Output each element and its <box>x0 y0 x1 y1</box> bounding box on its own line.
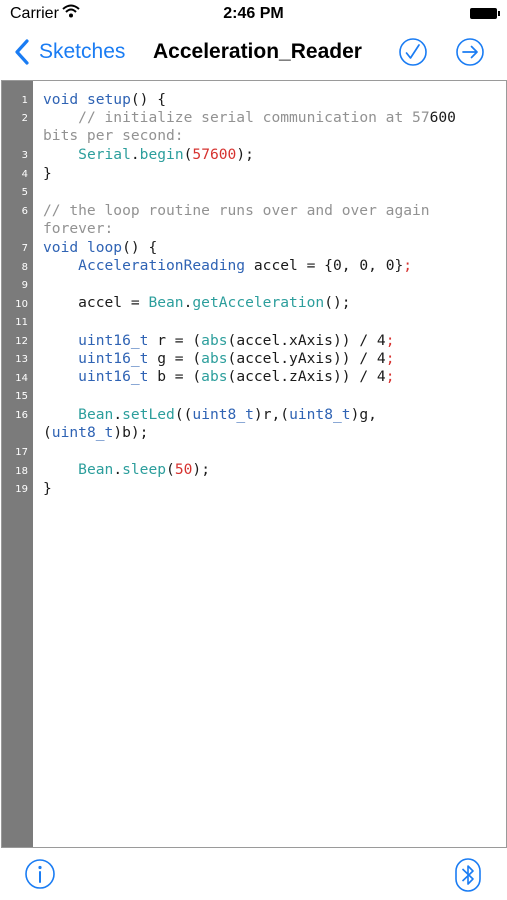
info-circle-icon[interactable] <box>24 858 56 890</box>
back-button-label: Sketches <box>39 40 126 63</box>
line-number: 3 <box>21 150 28 161</box>
line-number: 18 <box>15 466 28 477</box>
line-number: 7 <box>21 243 28 254</box>
line-number: 8 <box>21 262 28 273</box>
arrow-right-circle-icon[interactable] <box>455 37 485 67</box>
line-number: 15 <box>15 391 28 402</box>
line-number: 9 <box>21 280 28 291</box>
code-line: // initialize serial communication at 57… <box>78 109 456 126</box>
code-line: AccelerationReading accel = {0, 0, 0}; <box>78 257 413 274</box>
page-title: Acceleration_Reader <box>153 40 362 63</box>
line-number: 19 <box>15 484 28 495</box>
code-line: uint16_t r = (abs(accel.xAxis)) / 4; <box>78 332 395 349</box>
line-number: 5 <box>21 187 28 198</box>
code-line: (uint8_t)b); <box>43 424 149 441</box>
line-number: 17 <box>15 447 28 458</box>
navigation-bar: Sketches Acceleration_Reader <box>0 28 507 78</box>
line-number: 2 <box>21 113 28 124</box>
code-line: } <box>43 480 52 497</box>
code-line: Bean.setLed((uint8_t)r,(uint8_t)g, <box>78 406 377 423</box>
checkmark-circle-icon[interactable] <box>398 37 428 67</box>
status-time: 2:46 PM <box>223 5 284 22</box>
code-editor[interactable]: 1 2 3 4 5 6 7 8 9 10 11 12 13 14 15 16 1… <box>1 80 507 848</box>
line-number: 11 <box>15 317 28 328</box>
line-number: 10 <box>15 299 28 310</box>
code-line: Serial.begin(57600); <box>78 146 254 163</box>
code-line: // the loop routine runs over and over a… <box>43 202 430 219</box>
line-number: 16 <box>15 410 28 421</box>
code-line: uint16_t g = (abs(accel.yAxis)) / 4; <box>78 350 395 367</box>
code-line: bits per second: <box>43 127 184 144</box>
code-line: accel = Bean.getAcceleration(); <box>43 294 351 311</box>
bottom-toolbar <box>0 848 507 900</box>
status-bar: Carrier 2:46 PM <box>0 0 507 28</box>
bluetooth-icon[interactable] <box>453 858 483 892</box>
back-button[interactable]: Sketches <box>12 37 125 67</box>
line-number-gutter: 1 2 3 4 5 6 7 8 9 10 11 12 13 14 15 16 1… <box>2 81 33 847</box>
line-number: 14 <box>15 373 28 384</box>
line-number: 4 <box>21 169 28 180</box>
code-line: Bean.sleep(50); <box>78 461 210 478</box>
code-line: forever: <box>43 220 114 237</box>
line-number: 13 <box>15 354 28 365</box>
chevron-left-icon <box>15 39 29 65</box>
battery-icon <box>470 8 500 19</box>
code-line: void setup() { <box>43 91 167 108</box>
code-line: uint16_t b = (abs(accel.zAxis)) / 4; <box>78 368 395 385</box>
line-number: 6 <box>21 206 28 217</box>
line-number: 12 <box>15 336 28 347</box>
code-line: void loop() { <box>43 239 158 256</box>
line-number: 1 <box>21 95 28 106</box>
code-line: } <box>43 165 52 182</box>
